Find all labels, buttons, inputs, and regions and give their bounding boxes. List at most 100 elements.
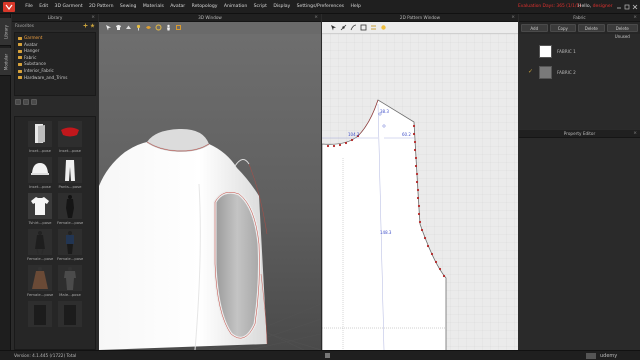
edit-point-icon[interactable] bbox=[340, 24, 347, 31]
delete-unused-button[interactable]: Delete Unused bbox=[606, 24, 639, 39]
fabric-list-item[interactable]: FABRIC 1 bbox=[519, 42, 640, 62]
color-picker-icon[interactable] bbox=[380, 24, 387, 31]
tab-library[interactable]: Library bbox=[0, 18, 11, 46]
menu-items: File Edit 3D Garment 2D Pattern Sewing M… bbox=[22, 0, 364, 14]
library-item[interactable] bbox=[27, 301, 53, 335]
tree-item-garment[interactable]: Garment bbox=[15, 35, 95, 42]
tree-item-substance[interactable]: Substance bbox=[15, 61, 95, 68]
close-icon[interactable] bbox=[632, 4, 638, 10]
property-editor-close-icon[interactable]: × bbox=[633, 130, 637, 138]
tree-item-hardware-trims[interactable]: Hardware_and_Trims bbox=[15, 75, 95, 82]
thumbnail-caption: Inset...pose bbox=[29, 184, 51, 189]
tree-item-label: Garment bbox=[24, 35, 43, 40]
garment-thumbnail bbox=[28, 301, 52, 327]
library-item[interactable]: Pants...pose bbox=[57, 157, 83, 191]
library-title: Library bbox=[47, 15, 63, 20]
3d-toolbar bbox=[99, 22, 321, 34]
maximize-icon[interactable] bbox=[624, 4, 630, 10]
library-item[interactable] bbox=[57, 301, 83, 335]
library-item[interactable]: Inset...pose bbox=[27, 157, 53, 191]
menu-script[interactable]: Script bbox=[250, 0, 270, 14]
measure-icon[interactable] bbox=[155, 24, 162, 31]
tree-item-fabric[interactable]: Fabric bbox=[15, 55, 95, 62]
tree-item-interior-fabric[interactable]: Interior_Fabric bbox=[15, 68, 95, 75]
menu-3d-garment[interactable]: 3D Garment bbox=[51, 0, 86, 14]
menu-help[interactable]: Help bbox=[347, 0, 364, 14]
garment-thumbnail bbox=[58, 301, 82, 327]
user-greeting: Hello, designer bbox=[578, 0, 613, 14]
side-tab-strip: Library Modular bbox=[0, 14, 11, 350]
tab-library-label: Library bbox=[3, 24, 8, 39]
library-item[interactable]: Inset...pose bbox=[57, 121, 83, 155]
measurement-label: 60.2 bbox=[402, 132, 411, 137]
star-icon[interactable] bbox=[90, 23, 95, 28]
menu-retopology[interactable]: Retopology bbox=[188, 0, 220, 14]
transform-pattern-icon[interactable] bbox=[330, 24, 337, 31]
version-text: Version: 4.1.445 (r1722) Total bbox=[14, 353, 77, 358]
avatar-thumbnail bbox=[58, 193, 82, 219]
add-favorite-icon[interactable] bbox=[83, 23, 88, 28]
fold-tool-icon[interactable] bbox=[125, 24, 132, 31]
thumbnail-caption: Female...pose bbox=[57, 220, 83, 225]
menu-materials[interactable]: Materials bbox=[140, 0, 167, 14]
menu-settings[interactable]: Settings/Preferences bbox=[293, 0, 347, 14]
menu-animation[interactable]: Animation bbox=[221, 0, 251, 14]
status-icon bbox=[325, 353, 330, 358]
list-view-icon[interactable] bbox=[15, 99, 21, 105]
delete-fabric-button[interactable]: Delete bbox=[578, 24, 605, 32]
thumbnail-caption: Inset...pose bbox=[29, 148, 51, 153]
blue-outfit-thumbnail bbox=[58, 229, 82, 255]
folder-icon bbox=[18, 49, 22, 53]
2d-pattern-viewport[interactable]: 104.2 60.2 38.3 148.3 bbox=[322, 34, 518, 350]
minimize-icon[interactable] bbox=[616, 4, 622, 10]
checkmark-icon: ✓ bbox=[528, 68, 534, 75]
library-item[interactable]: Male...pose bbox=[57, 265, 83, 299]
library-close-icon[interactable]: × bbox=[91, 14, 95, 22]
tree-item-hanger[interactable]: Hanger bbox=[15, 48, 95, 55]
thumbnail-view-icon[interactable] bbox=[23, 99, 29, 105]
folder-icon bbox=[18, 62, 22, 66]
folder-icon bbox=[18, 36, 22, 40]
library-item[interactable]: Female...pose bbox=[57, 229, 83, 263]
menu-display[interactable]: Display bbox=[270, 0, 293, 14]
library-item[interactable]: Female...pose bbox=[27, 265, 53, 299]
2d-window-close-icon[interactable]: × bbox=[511, 14, 515, 22]
red-garment-thumbnail bbox=[58, 121, 82, 147]
library-item-selected[interactable]: Tshirt...pose bbox=[27, 193, 53, 227]
username[interactable]: designer bbox=[593, 4, 613, 9]
menu-avatar[interactable]: Avatar bbox=[167, 0, 188, 14]
texture-icon[interactable] bbox=[175, 24, 182, 31]
menu-file[interactable]: File bbox=[22, 0, 36, 14]
select-icon[interactable] bbox=[105, 24, 112, 31]
folder-up-icon[interactable] bbox=[31, 99, 37, 105]
library-item[interactable]: Female...pose bbox=[57, 193, 83, 227]
curve-point-icon[interactable] bbox=[350, 24, 357, 31]
fabric-list-item[interactable]: ✓ FABRIC 2 bbox=[519, 63, 640, 83]
fabric-title: Fabric bbox=[573, 15, 586, 20]
sewing-icon[interactable] bbox=[370, 24, 377, 31]
property-editor-title: Property Editor bbox=[563, 131, 596, 136]
tree-item-avatar[interactable]: Avatar bbox=[15, 42, 95, 49]
thumbnail-caption: Female...pose bbox=[27, 292, 53, 297]
polygon-icon[interactable] bbox=[360, 24, 367, 31]
menu-edit[interactable]: Edit bbox=[36, 0, 51, 14]
library-panel: Library × Favorites Garment Avatar Hange… bbox=[12, 14, 104, 350]
fabric-close-icon[interactable]: × bbox=[633, 14, 637, 22]
library-item[interactable]: Female...pose bbox=[27, 229, 53, 263]
copy-fabric-button[interactable]: Copy bbox=[549, 24, 577, 32]
garment-tool-icon[interactable] bbox=[115, 24, 122, 31]
tab-modular[interactable]: Modular bbox=[0, 48, 11, 76]
avatar-tool-icon[interactable] bbox=[165, 24, 172, 31]
add-fabric-button[interactable]: Add bbox=[521, 24, 548, 32]
3d-window-close-icon[interactable]: × bbox=[314, 14, 318, 22]
tack-icon[interactable] bbox=[145, 24, 152, 31]
tree-item-label: Substance bbox=[24, 61, 46, 67]
thumbnail-caption: Female...pose bbox=[57, 256, 83, 261]
menu-sewing[interactable]: Sewing bbox=[117, 0, 140, 14]
menu-2d-pattern[interactable]: 2D Pattern bbox=[86, 0, 117, 14]
fabric-name: FABRIC 2 bbox=[557, 70, 576, 75]
pin-icon[interactable] bbox=[135, 24, 142, 31]
3d-viewport[interactable] bbox=[99, 34, 321, 350]
thumbnail-caption: Pants...pose bbox=[58, 184, 82, 189]
library-item[interactable]: Inset...pose bbox=[27, 121, 53, 155]
